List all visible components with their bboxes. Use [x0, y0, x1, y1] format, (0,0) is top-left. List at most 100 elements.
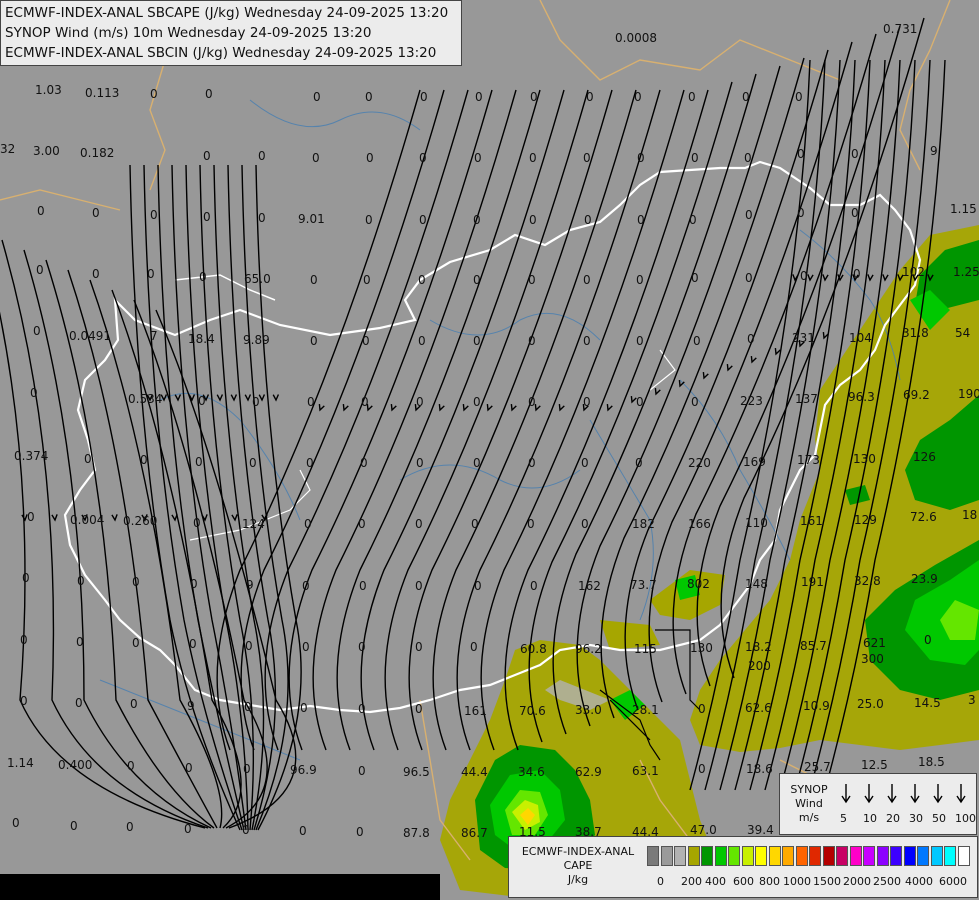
cape-value: 1.03	[35, 83, 62, 97]
cape-legend-title: ECMWF-INDEX-ANAL	[521, 845, 635, 858]
cape-value: 104	[849, 331, 872, 345]
cape-value: 18.2	[745, 640, 772, 654]
cape-value: 621	[863, 636, 886, 650]
cape-value: 0	[22, 571, 30, 585]
cape-value: 0	[419, 151, 427, 165]
cape-value: 0	[205, 87, 213, 101]
cape-value: 191	[801, 575, 824, 589]
cape-value: 32.8	[854, 574, 881, 588]
cape-value: 0.400	[58, 758, 92, 772]
cape-value: 63.1	[632, 764, 659, 778]
color-swatch	[944, 846, 956, 866]
header-line-sbcape: ECMWF-INDEX-ANAL SBCAPE (J/kg) Wednesday…	[5, 5, 449, 21]
color-swatch	[768, 846, 781, 866]
cape-value: 0	[745, 271, 753, 285]
cape-value: 0	[795, 90, 803, 104]
scale-tick-label: 200	[681, 875, 702, 888]
cape-value: 130	[853, 452, 876, 466]
cape-value: 0	[581, 456, 589, 470]
cape-value: 18	[962, 508, 977, 522]
cape-value: 3.00	[33, 144, 60, 158]
cape-value: 96.9	[290, 763, 317, 777]
wind-arrow-icon	[910, 784, 920, 804]
cape-value: 32	[0, 142, 15, 156]
cape-value: 33.0	[575, 703, 602, 717]
cape-value: 0	[361, 395, 369, 409]
cape-value: 0	[634, 90, 642, 104]
scale-tick-label: 1500	[813, 875, 841, 888]
cape-value: 0.004	[70, 513, 104, 527]
cape-value: 85.7	[800, 639, 827, 653]
cape-value: 0	[473, 395, 481, 409]
cape-value: 300	[861, 652, 884, 666]
cape-value: 0	[473, 334, 481, 348]
cape-value: 0.731	[883, 22, 917, 36]
cape-value: 0	[473, 213, 481, 227]
cape-value: 0	[37, 204, 45, 218]
color-swatch	[728, 846, 740, 866]
cape-value: 0	[636, 334, 644, 348]
cape-value: 0	[636, 395, 644, 409]
wind-arrow-icon	[841, 784, 851, 804]
cape-value: 0	[358, 702, 366, 716]
color-swatch	[849, 846, 862, 866]
cape-value: 0	[415, 517, 423, 531]
cape-value: 0	[691, 395, 699, 409]
cape-value: 0	[474, 151, 482, 165]
color-swatch	[863, 846, 875, 866]
scale-tick-label: 0	[657, 875, 664, 888]
header-line-synop: SYNOP Wind (m/s) 10m Wednesday 24-09-202…	[5, 25, 372, 41]
cape-value: 0	[126, 820, 134, 834]
cape-value: 9.89	[243, 333, 270, 347]
cape-value: 0	[307, 395, 315, 409]
cape-value: 0	[530, 579, 538, 593]
cape-legend: ECMWF-INDEX-ANAL CAPE J/kg 0 200 400 600 800…	[508, 836, 978, 898]
cape-value: 70.6	[519, 704, 546, 718]
cape-value: 0	[185, 761, 193, 775]
cape-value: 0	[698, 762, 706, 776]
cape-value: 0	[418, 273, 426, 287]
cape-value: 129	[854, 513, 877, 527]
cape-value: 0	[193, 516, 201, 530]
cape-value: 0	[75, 696, 83, 710]
synop-speed-label: 10	[863, 812, 877, 825]
weather-map[interactable]: 0.0008 0.731 1.03 0.113 0 0 0 0 0 0 0 0 0 0 0 0 32 3.00 0.…	[0, 0, 979, 900]
cape-value: 0	[583, 151, 591, 165]
color-swatch	[714, 846, 727, 866]
cape-value: 0	[419, 213, 427, 227]
cape-value: 0	[358, 764, 366, 778]
cape-value: 0	[745, 208, 753, 222]
cape-legend-unit: J/kg	[567, 873, 589, 886]
cape-value: 161	[800, 514, 823, 528]
cape-value: 0	[302, 579, 310, 593]
cape-value: 0	[415, 579, 423, 593]
cape-value: 0	[92, 206, 100, 220]
cape-value: 96.5	[403, 765, 430, 779]
cape-value: 0	[530, 90, 538, 104]
scale-tick-label: 1000	[783, 875, 811, 888]
color-swatch	[876, 846, 889, 866]
synop-speed-label: 30	[909, 812, 923, 825]
wind-arrow-icon	[864, 784, 874, 804]
cape-value: 102	[902, 265, 925, 279]
map-header: ECMWF-INDEX-ANAL SBCAPE (J/kg) Wednesday…	[0, 0, 462, 66]
color-swatch	[795, 846, 808, 866]
cape-value: 18.5	[918, 755, 945, 769]
cape-value: 0	[586, 90, 594, 104]
scale-tick-label: 400	[705, 875, 726, 888]
cape-value: 161	[464, 704, 487, 718]
cape-value: 0	[527, 517, 535, 531]
cape-value: 34.6	[518, 765, 545, 779]
cape-value: 169	[743, 455, 766, 469]
cape-value: 31.8	[902, 326, 929, 340]
cape-value: 0	[12, 816, 20, 830]
cape-value: 1.25	[953, 265, 979, 279]
cape-value: 0	[471, 517, 479, 531]
cape-value: 0	[529, 213, 537, 227]
cape-value: 23.9	[911, 572, 938, 586]
map-viewport[interactable]: 0.0008 0.731 1.03 0.113 0 0 0 0 0 0 0 0 0 0 0 0 32 3.00 0.…	[0, 0, 979, 900]
cape-value: 69.2	[903, 388, 930, 402]
cape-value: 126	[913, 450, 936, 464]
cape-value: 18.4	[188, 332, 215, 346]
cape-value: 0	[528, 273, 536, 287]
